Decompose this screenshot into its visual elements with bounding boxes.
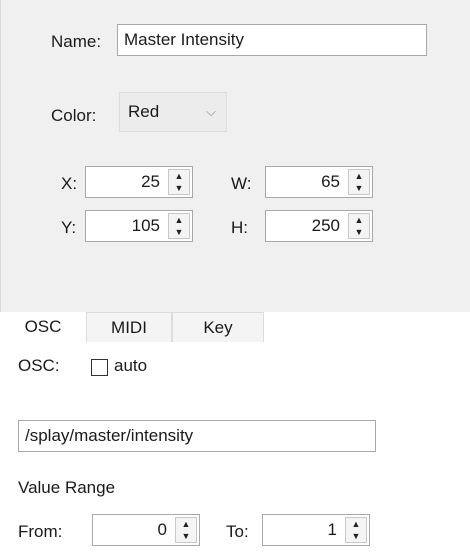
- spin-down-icon[interactable]: ▼: [346, 530, 366, 542]
- to-spinbox[interactable]: 1 ▲ ▼: [262, 514, 370, 546]
- x-label: X:: [61, 174, 78, 193]
- w-label: W:: [231, 174, 252, 193]
- from-spinbox[interactable]: 0 ▲ ▼: [92, 514, 200, 546]
- x-spin-buttons[interactable]: ▲ ▼: [168, 169, 190, 195]
- w-spinbox[interactable]: 65 ▲ ▼: [265, 166, 373, 198]
- spin-up-icon[interactable]: ▲: [346, 518, 366, 530]
- tab-midi[interactable]: MIDI: [86, 312, 172, 342]
- h-spin-buttons[interactable]: ▲ ▼: [348, 213, 370, 239]
- color-label: Color:: [51, 106, 97, 125]
- value-range-label: Value Range: [18, 478, 116, 497]
- w-spin-buttons[interactable]: ▲ ▼: [348, 169, 370, 195]
- spin-down-icon[interactable]: ▼: [169, 226, 189, 238]
- x-spinbox[interactable]: 25 ▲ ▼: [85, 166, 193, 198]
- h-spinbox-value: 250: [311, 216, 340, 235]
- auto-label: auto: [114, 356, 148, 375]
- name-input[interactable]: Master Intensity: [117, 24, 427, 56]
- to-spin-buttons[interactable]: ▲ ▼: [345, 517, 367, 543]
- color-dropdown[interactable]: Red ⌵: [119, 92, 227, 132]
- w-spinbox-value: 65: [321, 172, 340, 191]
- tab-osc[interactable]: OSC: [0, 312, 86, 342]
- to-label: To:: [226, 522, 249, 541]
- y-spinbox[interactable]: 105 ▲ ▼: [85, 210, 193, 242]
- from-spin-buttons[interactable]: ▲ ▼: [175, 517, 197, 543]
- h-label: H:: [231, 218, 248, 237]
- tab-bar: OSC MIDI Key: [0, 312, 470, 344]
- spin-up-icon[interactable]: ▲: [349, 170, 369, 182]
- from-label: From:: [18, 522, 63, 541]
- from-spinbox-value: 0: [157, 520, 167, 539]
- spin-down-icon[interactable]: ▼: [169, 182, 189, 194]
- h-spinbox[interactable]: 250 ▲ ▼: [265, 210, 373, 242]
- chevron-down-icon: ⌵: [206, 104, 216, 119]
- to-spinbox-value: 1: [327, 520, 337, 539]
- auto-checkbox[interactable]: [91, 359, 108, 376]
- name-label: Name:: [51, 32, 102, 51]
- spin-up-icon[interactable]: ▲: [169, 214, 189, 226]
- osc-label: OSC:: [18, 356, 60, 375]
- spin-up-icon[interactable]: ▲: [349, 214, 369, 226]
- spin-up-icon[interactable]: ▲: [176, 518, 196, 530]
- properties-panel: Name: Master Intensity Color: Red ⌵ X: 2…: [0, 0, 470, 312]
- y-spinbox-value: 105: [131, 216, 160, 235]
- color-dropdown-value: Red: [128, 102, 160, 121]
- tab-key[interactable]: Key: [172, 312, 264, 342]
- x-spinbox-value: 25: [141, 172, 160, 191]
- spin-down-icon[interactable]: ▼: [349, 226, 369, 238]
- spin-up-icon[interactable]: ▲: [169, 170, 189, 182]
- spin-down-icon[interactable]: ▼: [349, 182, 369, 194]
- spin-down-icon[interactable]: ▼: [176, 530, 196, 542]
- y-spin-buttons[interactable]: ▲ ▼: [168, 213, 190, 239]
- y-label: Y:: [61, 218, 77, 237]
- osc-address-input[interactable]: /splay/master/intensity: [18, 420, 376, 452]
